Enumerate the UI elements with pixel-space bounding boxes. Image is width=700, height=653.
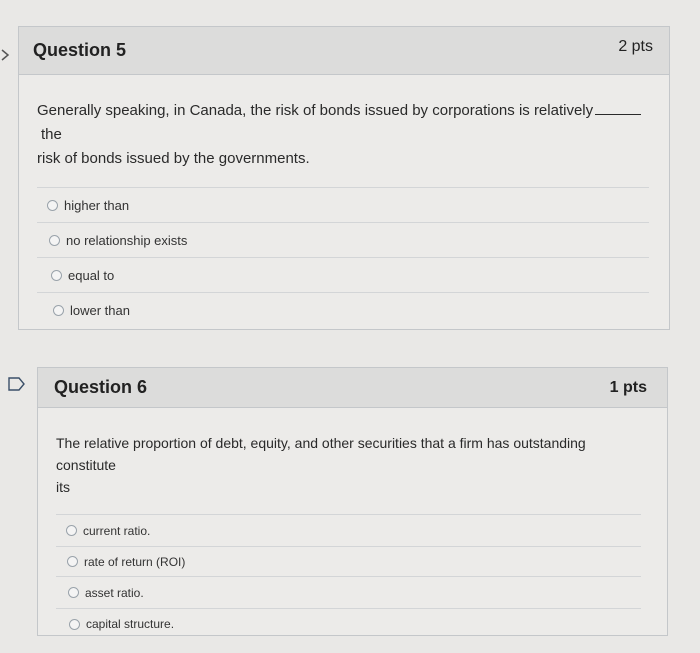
option-lower-than[interactable]: lower than: [37, 293, 649, 328]
radio-button[interactable]: [66, 525, 77, 536]
option-no-relationship[interactable]: no relationship exists: [37, 223, 649, 258]
radio-button[interactable]: [67, 556, 78, 567]
answer-blank: [595, 114, 642, 115]
question-points: 1 pts: [609, 378, 647, 396]
option-rate-of-return[interactable]: rate of return (ROI): [56, 547, 641, 577]
question-5-header: Question 5 2 pts: [19, 27, 669, 75]
chevron-right-icon: [0, 48, 14, 62]
question-title: Question 5: [33, 40, 127, 60]
radio-button[interactable]: [68, 587, 79, 598]
question-text: The relative proportion of debt, equity,…: [56, 435, 586, 495]
radio-button[interactable]: [69, 618, 80, 630]
option-equal-to[interactable]: equal to: [37, 258, 649, 293]
question-points: 2 pts: [618, 37, 653, 55]
radio-button[interactable]: [47, 199, 58, 211]
radio-button[interactable]: [49, 234, 60, 246]
radio-button[interactable]: [53, 305, 64, 316]
question-text: Generally speaking, in Canada, the risk …: [37, 99, 649, 171]
question-6-header: Question 6 1 pts: [38, 368, 667, 408]
option-current-ratio[interactable]: current ratio.: [56, 515, 641, 547]
question-title: Question 6: [54, 377, 148, 397]
question-5-card: Question 5 2 pts Generally speaking, in …: [18, 26, 670, 330]
radio-button[interactable]: [51, 269, 62, 281]
option-capital-structure[interactable]: capital structure.: [56, 609, 641, 639]
flag-icon[interactable]: [8, 377, 26, 391]
question-6-card: Question 6 1 pts The relative proportion…: [37, 367, 668, 636]
option-asset-ratio[interactable]: asset ratio.: [56, 577, 641, 609]
option-higher-than[interactable]: higher than: [37, 188, 649, 223]
